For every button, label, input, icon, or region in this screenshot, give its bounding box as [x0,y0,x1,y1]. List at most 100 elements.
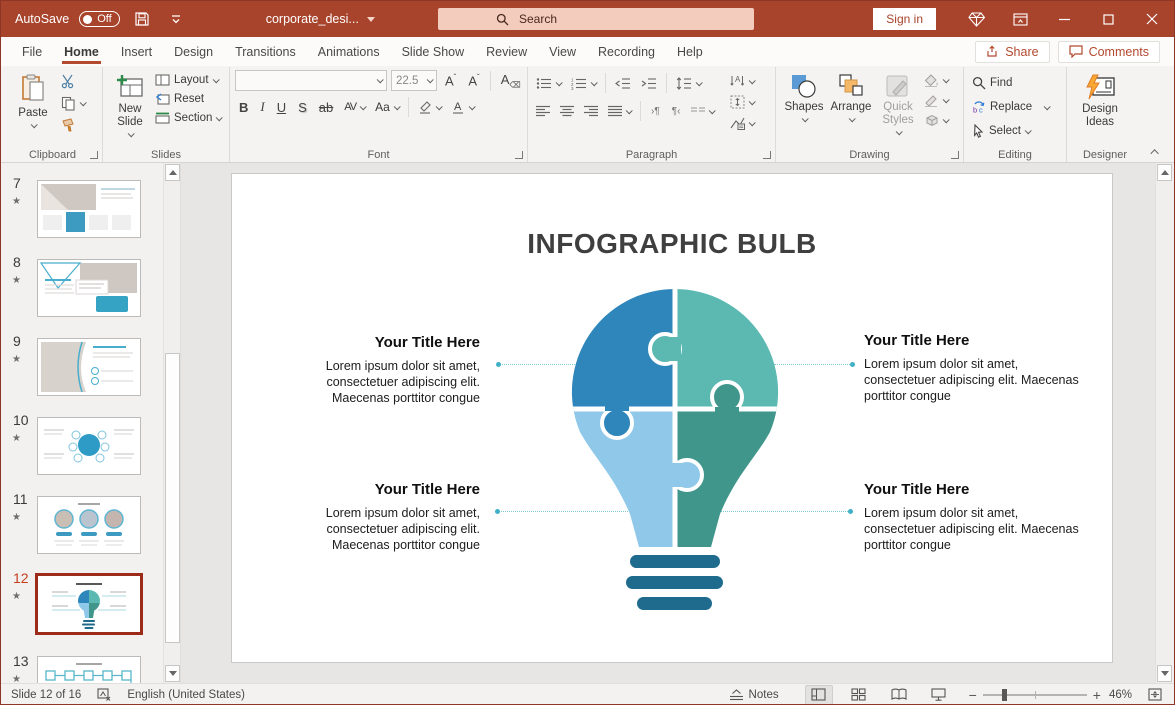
replace-button[interactable]: bc Replace [969,98,1052,116]
tab-animations[interactable]: Animations [307,39,391,64]
thumbnail-scrollbar-thumb[interactable] [165,353,180,643]
decrease-indent-button[interactable] [612,75,634,92]
slide-canvas[interactable]: INFOGRAPHIC BULB Your Title Here Lorem i… [231,173,1113,663]
ltr-text-direction-button[interactable]: ›¶ [647,105,664,118]
language-indicator[interactable]: English (United States) [119,684,253,705]
slideshow-view-button[interactable] [925,685,953,705]
increase-font-size-button[interactable]: Aˆ [441,72,460,89]
shape-fill-button[interactable] [921,72,951,89]
increase-indent-button[interactable] [638,75,660,92]
slide-sorter-view-button[interactable] [845,685,873,705]
tab-review[interactable]: Review [475,39,538,64]
drawing-dialog-launcher[interactable] [951,151,959,159]
block-body[interactable]: Lorem ipsum dolor sit amet, consectetuer… [864,356,1082,404]
find-button[interactable]: Find [969,74,1052,92]
tab-view[interactable]: View [538,39,587,64]
thumbnail-slide-12[interactable] [35,573,143,635]
block-title[interactable]: Your Title Here [268,334,480,351]
change-case-button[interactable]: Aa [372,98,402,116]
align-right-button[interactable] [581,103,601,119]
tab-help[interactable]: Help [666,39,714,64]
text-highlight-button[interactable] [415,98,444,116]
zoom-in-button[interactable]: + [1093,687,1101,703]
thumbnail-slide-11[interactable] [37,496,141,554]
maximize-icon[interactable] [1086,1,1130,37]
slide-title[interactable]: INFOGRAPHIC BULB [232,228,1112,260]
shapes-button[interactable]: Shapes [781,70,827,124]
bold-button[interactable]: B [235,99,252,116]
clipboard-dialog-launcher[interactable] [90,151,98,159]
font-dialog-launcher[interactable] [515,151,523,159]
new-slide-button[interactable]: New Slide [108,70,152,139]
text-block-bottom-right[interactable]: Your Title Here Lorem ipsum dolor sit am… [864,481,1082,553]
block-body[interactable]: Lorem ipsum dolor sit amet, consectetuer… [268,505,480,553]
text-shadow-button[interactable]: S [294,99,311,116]
normal-view-button[interactable] [805,685,833,705]
paste-dropdown-icon[interactable] [30,121,37,128]
tab-design[interactable]: Design [163,39,224,64]
tab-home[interactable]: Home [53,39,110,64]
sign-in-button[interactable]: Sign in [873,8,936,30]
justify-button[interactable] [605,103,634,119]
search-input[interactable]: Search [438,8,754,30]
text-direction-button[interactable]: A [727,72,757,90]
minimize-icon[interactable] [1042,1,1086,37]
line-spacing-button[interactable] [673,75,704,92]
font-size-select[interactable]: 22.5 [391,70,437,91]
autosave-toggle[interactable]: Off [79,11,119,27]
tab-slide-show[interactable]: Slide Show [391,39,476,64]
quick-styles-button[interactable]: Quick Styles [875,70,921,137]
zoom-slider-thumb[interactable] [1002,689,1007,701]
document-title[interactable]: corporate_desi... [266,12,375,26]
align-center-button[interactable] [557,103,577,119]
align-left-button[interactable] [533,103,553,119]
notes-button[interactable]: Notes [721,684,787,705]
block-title[interactable]: Your Title Here [864,332,1082,349]
zoom-level[interactable]: 46% [1101,684,1140,705]
shape-outline-button[interactable] [921,92,951,109]
italic-button[interactable]: I [256,98,268,116]
format-painter-button[interactable] [58,116,88,135]
copy-dropdown-icon[interactable] [80,99,87,106]
new-slide-dropdown-icon[interactable] [127,130,134,137]
tab-transitions[interactable]: Transitions [224,39,307,64]
underline-button[interactable]: U [273,99,290,116]
block-title[interactable]: Your Title Here [268,481,480,498]
slide-counter[interactable]: Slide 12 of 16 [1,684,89,705]
character-spacing-button[interactable]: AV [341,99,368,115]
thumbnail-slide-9[interactable] [37,338,141,396]
strikethrough-button[interactable]: ab [315,99,337,116]
font-color-button[interactable]: A [448,98,477,116]
clear-formatting-button[interactable]: A⌫ [497,71,525,91]
accessibility-check-icon[interactable] [89,684,119,705]
reset-button[interactable]: Reset [152,91,224,107]
layout-button[interactable]: Layout [152,72,224,88]
text-block-top-left[interactable]: Your Title Here Lorem ipsum dolor sit am… [268,334,480,406]
convert-to-smartart-button[interactable] [727,114,757,132]
reading-view-button[interactable] [885,685,913,705]
select-button[interactable]: Select [969,122,1052,140]
section-dropdown-icon[interactable] [216,114,223,121]
columns-button[interactable] [688,104,717,118]
thumbnail-slide-7[interactable] [37,180,141,238]
fit-slide-to-window-button[interactable] [1140,684,1174,705]
block-title[interactable]: Your Title Here [864,481,1082,498]
section-button[interactable]: Section [152,110,224,126]
block-body[interactable]: Lorem ipsum dolor sit amet, consectetuer… [268,358,480,406]
scroll-down-icon[interactable] [1157,665,1172,682]
scroll-up-icon[interactable] [1157,164,1172,181]
thumbnail-slide-13[interactable] [37,656,141,683]
premium-diamond-icon[interactable] [954,1,998,37]
tab-insert[interactable]: Insert [110,39,163,64]
bullets-button[interactable] [533,75,564,92]
align-text-button[interactable] [727,93,757,111]
save-icon[interactable] [130,7,154,31]
scroll-up-icon[interactable] [165,164,180,181]
scroll-down-icon[interactable] [165,665,180,682]
cut-button[interactable] [58,72,88,91]
zoom-out-button[interactable]: − [969,687,977,703]
collapse-ribbon-button[interactable] [1148,146,1164,158]
tab-file[interactable]: File [11,39,53,64]
copy-button[interactable] [58,94,88,113]
shape-effects-button[interactable] [921,112,951,129]
